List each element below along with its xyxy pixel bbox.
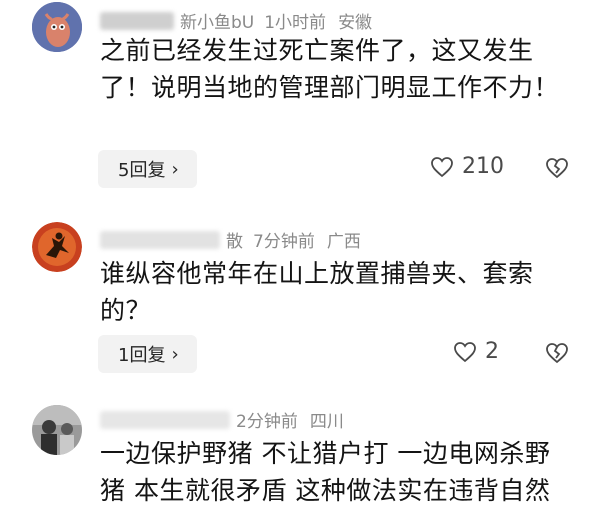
broken-heart-icon	[546, 158, 568, 179]
avatar[interactable]	[32, 222, 82, 272]
timestamp: 1小时前	[264, 13, 327, 33]
heart-outline-icon	[431, 156, 453, 177]
blurred-username	[100, 230, 220, 249]
replies-button[interactable]: 1回复 ›	[98, 335, 197, 373]
comment-item: 新小鱼bU 1小时前 安徽 之前已经发生过死亡案件了，这又发生了！说明当地的管理…	[0, 0, 600, 200]
comment-text: 谁纵容他常年在山上放置捕兽夹、套索的？	[100, 259, 534, 325]
avatar-image	[32, 222, 82, 272]
like-button[interactable]: 210	[430, 154, 504, 179]
avatar[interactable]	[32, 405, 82, 455]
username[interactable]: 散	[226, 227, 243, 252]
comment-item: 散 7分钟前 广西 谁纵容他常年在山上放置捕兽夹、套索的？ 1回复 › 2	[0, 215, 600, 390]
heart-outline-icon	[454, 341, 476, 362]
dislike-button[interactable]	[545, 342, 569, 368]
location: 四川	[309, 412, 344, 432]
location: 广西	[326, 232, 361, 252]
replies-label: 5回复	[118, 160, 166, 181]
comment-meta: 散 7分钟前 广西	[100, 227, 361, 252]
comment-text: 一边保护野猪 不让猎户打 一边电网杀野猪 本生就很矛盾 这种做法实在违背自然	[100, 439, 551, 505]
like-button[interactable]: 2	[453, 339, 499, 364]
username[interactable]: 新小鱼bU	[180, 8, 254, 33]
like-count: 2	[485, 339, 499, 364]
broken-heart-icon	[546, 343, 568, 364]
blurred-username	[100, 410, 230, 429]
avatar[interactable]	[32, 2, 82, 52]
chevron-right-icon: ›	[171, 158, 179, 180]
replies-button[interactable]: 5回复 ›	[98, 150, 197, 188]
timestamp: 7分钟前	[253, 232, 315, 252]
like-count: 210	[462, 154, 504, 179]
comment-meta: 2分钟前 四川	[100, 407, 344, 432]
comment-text: 之前已经发生过死亡案件了，这又发生了！说明当地的管理部门明显工作不力！	[100, 36, 560, 102]
timestamp: 2分钟前	[236, 412, 298, 432]
avatar-image	[32, 2, 82, 52]
dislike-button[interactable]	[545, 157, 569, 183]
avatar-image	[32, 405, 82, 455]
chevron-right-icon: ›	[171, 343, 179, 365]
location: 安徽	[338, 13, 373, 33]
comment-item: 2分钟前 四川 一边保护野猪 不让猎户打 一边电网杀野猪 本生就很矛盾 这种做法…	[0, 395, 600, 511]
blurred-username	[100, 11, 174, 30]
replies-label: 1回复	[118, 345, 166, 366]
comment-meta: 新小鱼bU 1小时前 安徽	[100, 8, 372, 33]
